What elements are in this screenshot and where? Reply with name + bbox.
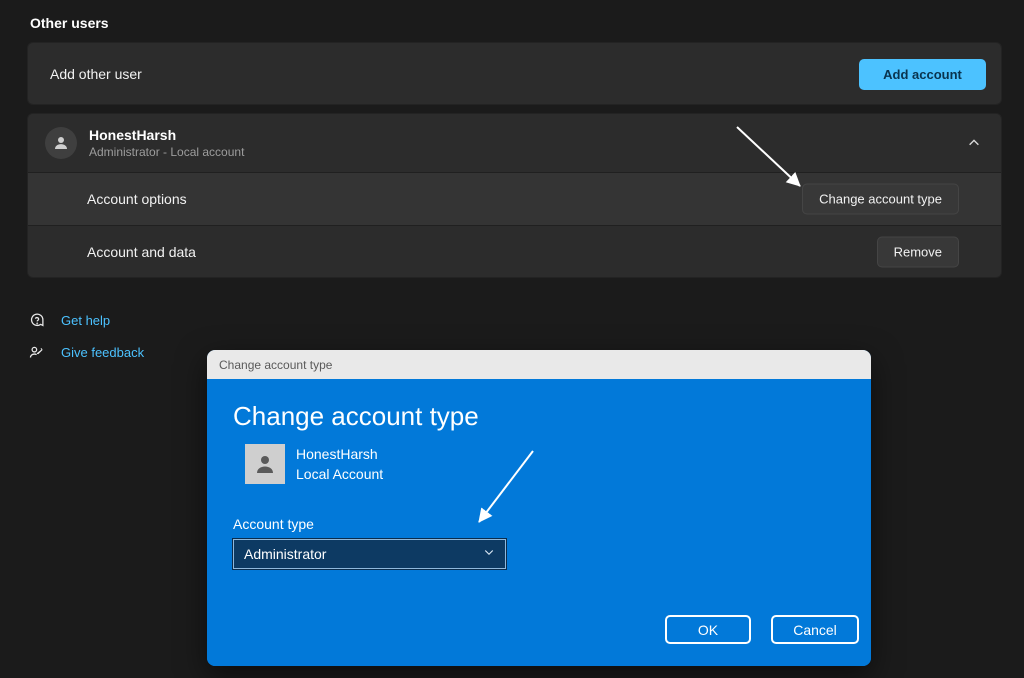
user-name: HonestHarsh [89,127,244,143]
dialog-user-type: Local Account [296,466,383,482]
account-options-label: Account options [87,191,187,207]
add-other-user-card: Add other user Add account [27,42,1002,105]
user-subtitle: Administrator - Local account [89,145,244,159]
dialog-user-name: HonestHarsh [296,446,383,462]
chevron-down-icon [483,545,495,563]
get-help-link[interactable]: Get help [28,312,110,329]
person-icon [52,134,70,152]
avatar [45,127,77,159]
person-icon [253,452,277,476]
section-heading: Other users [30,15,109,31]
give-feedback-label[interactable]: Give feedback [61,345,144,360]
account-type-dropdown[interactable]: Administrator [233,539,506,569]
dialog-user-identity: HonestHarsh Local Account [296,446,383,482]
change-account-type-dialog: Change account type Change account type … [207,350,871,666]
dialog-title: Change account type [219,358,332,372]
account-type-field-label: Account type [233,516,314,532]
chevron-up-icon[interactable] [967,136,981,155]
give-feedback-link[interactable]: Give feedback [28,344,144,361]
account-options-row: Account options Change account type [28,173,1001,226]
dialog-body: Change account type HonestHarsh Local Ac… [207,379,871,666]
get-help-label[interactable]: Get help [61,313,110,328]
dialog-titlebar[interactable]: Change account type [207,350,871,379]
user-header-row[interactable]: HonestHarsh Administrator - Local accoun… [28,114,1001,173]
change-account-type-button[interactable]: Change account type [802,184,959,215]
account-and-data-label: Account and data [87,244,196,260]
add-other-user-label: Add other user [50,66,142,82]
add-account-button[interactable]: Add account [859,59,986,90]
give-feedback-icon [28,344,45,361]
ok-button[interactable]: OK [665,615,751,644]
remove-button[interactable]: Remove [877,237,959,268]
cancel-button[interactable]: Cancel [771,615,859,644]
dialog-avatar [245,444,285,484]
dialog-heading: Change account type [233,401,479,432]
account-and-data-row: Account and data Remove [28,226,1001,278]
user-identity: HonestHarsh Administrator - Local accoun… [89,127,244,159]
settings-page: Other users Add other user Add account H… [0,0,1024,678]
get-help-icon [28,312,45,329]
account-type-dropdown-value: Administrator [244,546,483,562]
user-account-card: HonestHarsh Administrator - Local accoun… [27,113,1002,278]
